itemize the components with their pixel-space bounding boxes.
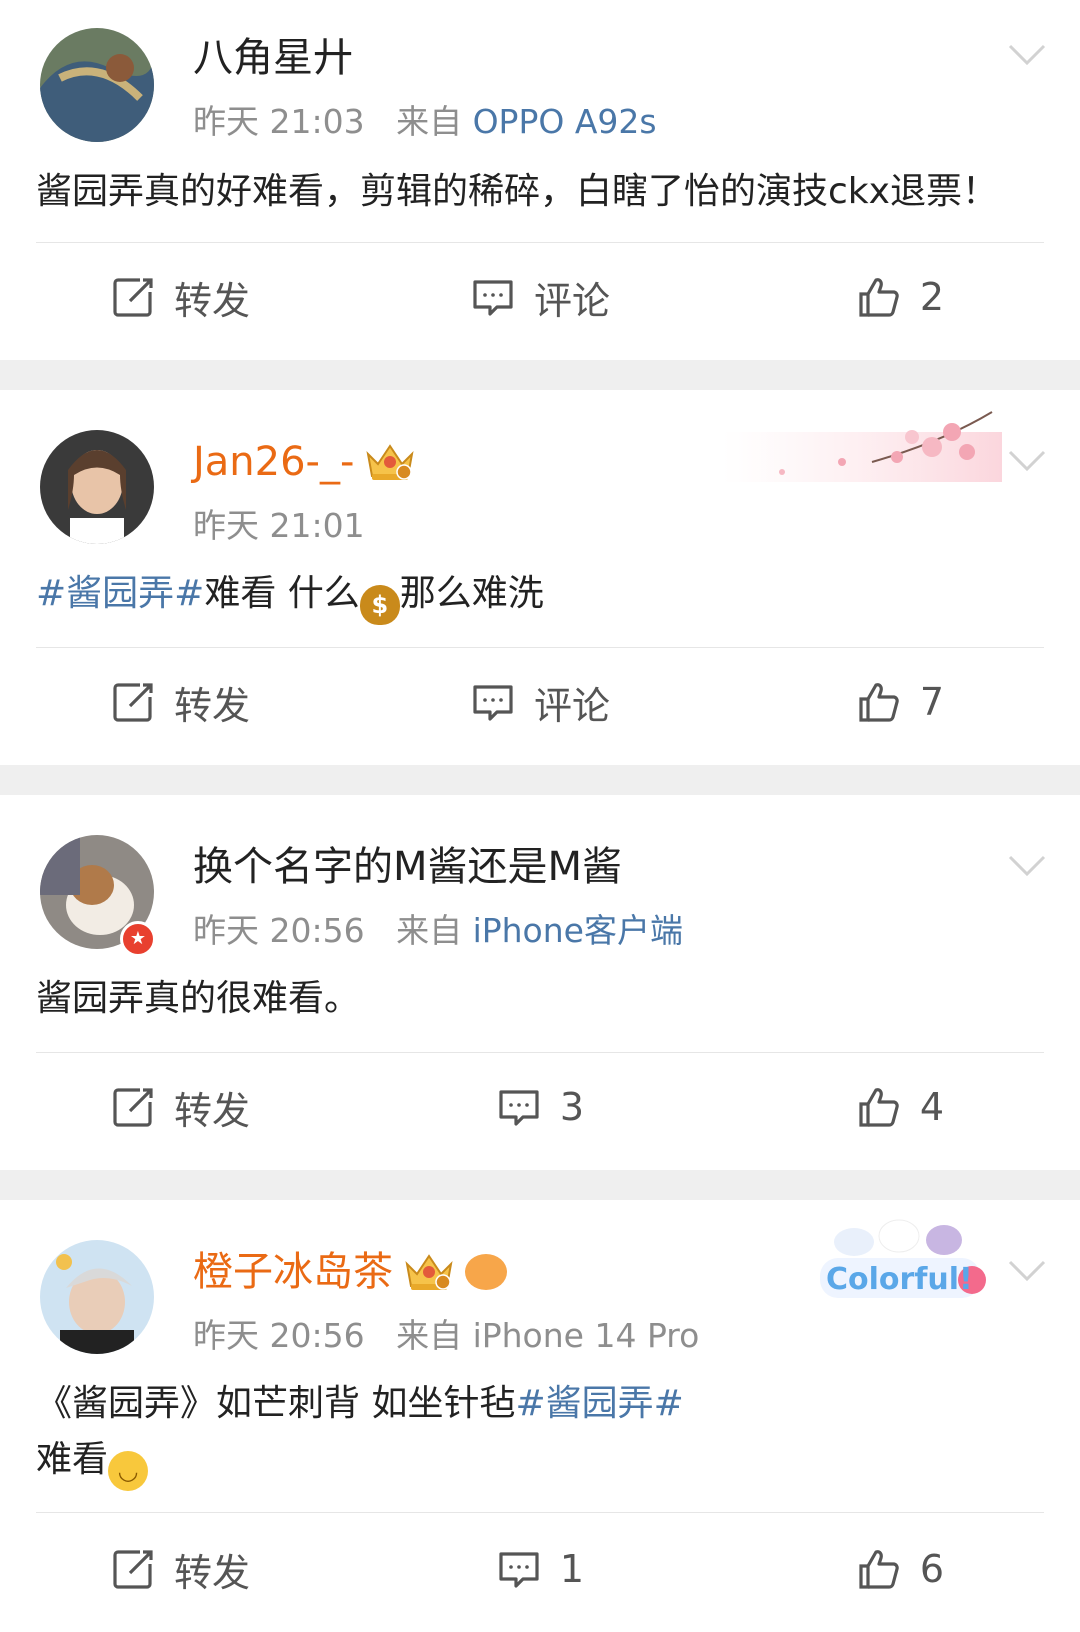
- verified-badge: ★: [120, 921, 156, 957]
- post-card[interactable]: 八角星廾 昨天 21:03 来自 OPPO A92s 酱园弄真的好难看，剪辑的稀…: [0, 0, 1080, 360]
- repost-icon: [110, 679, 156, 725]
- divider: [36, 1512, 1044, 1513]
- comment-icon: [470, 274, 516, 320]
- comment-button[interactable]: 评论: [360, 262, 720, 332]
- source-device[interactable]: OPPO A92s: [473, 102, 657, 141]
- fish-emoji: [465, 1254, 507, 1290]
- post-content: #酱园弄#难看 什么 $ 那么难洗: [36, 566, 1020, 625]
- cherry-blossom-decoration: [722, 411, 1002, 482]
- comment-icon: [496, 1084, 542, 1130]
- like-button[interactable]: 7: [720, 667, 1080, 737]
- source-device[interactable]: iPhone客户端: [473, 911, 683, 950]
- like-icon: [856, 1546, 902, 1592]
- source-prefix: 来自: [396, 911, 463, 950]
- avatar[interactable]: [40, 430, 154, 544]
- action-bar: 转发 评论 2: [0, 262, 1080, 332]
- repost-button[interactable]: 转发: [0, 1534, 360, 1604]
- post-meta: 昨天 20:56 来自 iPhone客户端: [193, 909, 683, 953]
- username[interactable]: Jan26-_-: [193, 434, 416, 490]
- divider: [36, 1052, 1044, 1053]
- chevron-down-icon[interactable]: [1008, 450, 1046, 472]
- post-meta: 昨天 20:56 来自 iPhone 14 Pro: [193, 1314, 699, 1358]
- divider: [36, 242, 1044, 243]
- smile-emoji: ◡: [108, 1451, 149, 1491]
- repost-button[interactable]: 转发: [0, 667, 360, 737]
- like-button[interactable]: 4: [720, 1072, 1080, 1142]
- money-bag-emoji: $: [359, 585, 400, 625]
- repost-icon: [110, 274, 156, 320]
- repost-button[interactable]: 转发: [0, 1072, 360, 1142]
- chevron-down-icon[interactable]: [1008, 44, 1046, 66]
- post-card[interactable]: ★ 换个名字的M酱还是M酱 昨天 20:56 来自 iPhone客户端 酱园弄真…: [0, 795, 1080, 1170]
- like-icon: [856, 1084, 902, 1130]
- username[interactable]: 八角星廾: [193, 30, 353, 86]
- post-content: 《酱园弄》如芒刺背 如坐针毡#酱园弄# 难看 ◡: [36, 1376, 1020, 1491]
- post-content: 酱园弄真的好难看，剪辑的稀碎，白瞎了怡的演技ckx退票！: [36, 171, 998, 212]
- post-meta: 昨天 21:03 来自 OPPO A92s: [193, 100, 657, 144]
- like-icon: [856, 679, 902, 725]
- divider: [36, 647, 1044, 648]
- username[interactable]: 橙子冰岛茶: [193, 1244, 507, 1300]
- username[interactable]: 换个名字的M酱还是M酱: [193, 839, 622, 895]
- chevron-down-icon[interactable]: [1008, 855, 1046, 877]
- like-button[interactable]: 6: [720, 1534, 1080, 1604]
- post-card[interactable]: 橙子冰岛茶 昨天 20:56 来自 iPhone 14 Pro Colorful…: [0, 1200, 1080, 1632]
- comment-button[interactable]: 评论: [360, 667, 720, 737]
- comment-button[interactable]: 1: [360, 1534, 720, 1604]
- comment-icon: [496, 1546, 542, 1592]
- post-time: 昨天 21:03: [193, 102, 365, 141]
- source-device: iPhone 14 Pro: [472, 1316, 700, 1355]
- action-bar: 转发 3 4: [0, 1072, 1080, 1142]
- like-icon: [856, 274, 902, 320]
- feed: 八角星廾 昨天 21:03 来自 OPPO A92s 酱园弄真的好难看，剪辑的稀…: [0, 0, 1080, 1632]
- avatar[interactable]: [40, 28, 154, 142]
- post-meta: 昨天 21:01: [193, 504, 365, 548]
- repost-button[interactable]: 转发: [0, 262, 360, 332]
- post-time: 昨天 21:01: [193, 506, 365, 545]
- crown-icon: [403, 1252, 455, 1292]
- colorful-badge-decoration: Colorful!: [804, 1214, 994, 1304]
- repost-icon: [110, 1546, 156, 1592]
- action-bar: 转发 评论 7: [0, 667, 1080, 737]
- crown-icon: [364, 442, 416, 482]
- like-button[interactable]: 2: [720, 262, 1080, 332]
- avatar[interactable]: [40, 1240, 154, 1354]
- post-content: 酱园弄真的很难看。: [36, 978, 361, 1019]
- post-card[interactable]: Jan26-_- 昨天 21:01 #酱园弄#难看 什么 $ 那么难洗 转发 评论: [0, 390, 1080, 765]
- source-prefix: 来自: [396, 102, 463, 141]
- chevron-down-icon[interactable]: [1008, 1260, 1046, 1282]
- topic-link[interactable]: #酱园弄#: [515, 1383, 683, 1424]
- comment-button[interactable]: 3: [360, 1072, 720, 1142]
- action-bar: 转发 1 6: [0, 1534, 1080, 1604]
- comment-icon: [470, 679, 516, 725]
- post-time: 昨天 20:56: [193, 1316, 365, 1355]
- post-time: 昨天 20:56: [193, 911, 365, 950]
- repost-icon: [110, 1084, 156, 1130]
- topic-link[interactable]: #酱园弄#: [36, 573, 204, 614]
- source-prefix: 来自: [396, 1316, 463, 1355]
